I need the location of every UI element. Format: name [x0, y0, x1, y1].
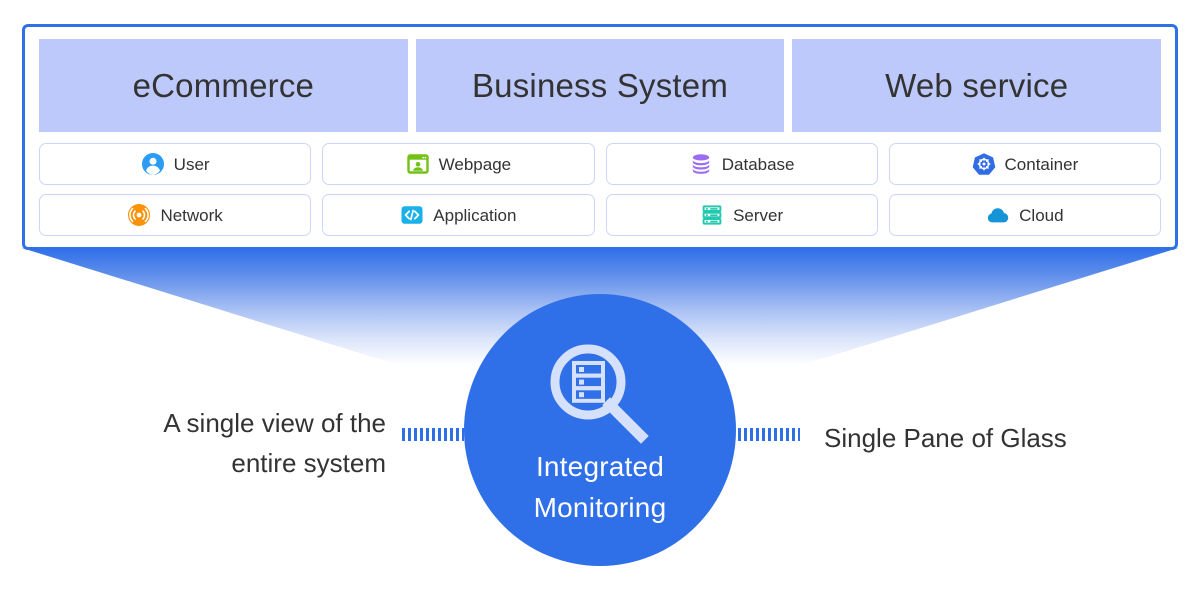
- component-card-network[interactable]: Network: [39, 194, 312, 236]
- component-card-label: Webpage: [438, 154, 512, 174]
- component-card-container[interactable]: Container: [888, 143, 1161, 185]
- cloud-icon: [988, 208, 1009, 223]
- component-card-application[interactable]: Application: [322, 194, 595, 236]
- component-card-label: Application: [433, 205, 517, 225]
- component-grid: User Webpage Database Container Network …: [39, 143, 1161, 236]
- integrated-monitoring-hub[interactable]: Integrated Monitoring: [464, 294, 736, 566]
- hub-title: Integrated Monitoring: [534, 447, 667, 528]
- caption-left: A single view of the entire system: [96, 403, 386, 484]
- systems-panel: eCommerce Business System Web service Us…: [22, 24, 1178, 250]
- hub-title-line1: Integrated: [535, 451, 665, 482]
- server-icon: [702, 205, 722, 225]
- category-tab-label: Web service: [885, 66, 1069, 104]
- component-card-label: Database: [721, 154, 795, 174]
- magnifier-server-icon: [550, 344, 649, 444]
- container-icon: [972, 153, 995, 175]
- database-icon: [692, 154, 709, 174]
- connector-left-dashed-line: [402, 428, 464, 441]
- category-tab-web-service[interactable]: Web service: [792, 39, 1162, 132]
- component-card-server[interactable]: Server: [605, 194, 878, 236]
- component-card-label: Network: [160, 205, 223, 225]
- hub-title-line2: Monitoring: [533, 491, 667, 523]
- caption-right-line1: Single Pane of Glass: [824, 423, 1067, 453]
- diagram-canvas: eCommerce Business System Web service Us…: [0, 0, 1200, 593]
- category-tab-label: eCommerce: [132, 66, 315, 104]
- application-icon: [401, 206, 423, 224]
- component-card-webpage[interactable]: Webpage: [322, 143, 595, 185]
- category-tab-business-system[interactable]: Business System: [415, 39, 785, 132]
- component-card-label: Server: [733, 205, 784, 225]
- category-tab-row: eCommerce Business System Web service: [39, 39, 1162, 132]
- component-card-label: User: [173, 154, 210, 174]
- category-tab-ecommerce[interactable]: eCommerce: [39, 39, 408, 132]
- component-card-label: Container: [1004, 154, 1079, 174]
- component-card-cloud[interactable]: Cloud: [888, 194, 1161, 236]
- caption-right: Single Pane of Glass: [824, 418, 1124, 458]
- component-card-label: Cloud: [1019, 205, 1064, 225]
- component-card-database[interactable]: Database: [605, 143, 878, 185]
- caption-left-line1: A single view of the: [163, 408, 386, 438]
- component-card-user[interactable]: User: [39, 143, 312, 185]
- network-icon: [128, 204, 151, 226]
- connector-right-dashed-line: [738, 428, 800, 441]
- caption-left-line2: entire system: [231, 448, 386, 479]
- category-tab-label: Business System: [471, 66, 729, 104]
- user-icon: [141, 153, 164, 175]
- webpage-icon: [406, 154, 429, 174]
